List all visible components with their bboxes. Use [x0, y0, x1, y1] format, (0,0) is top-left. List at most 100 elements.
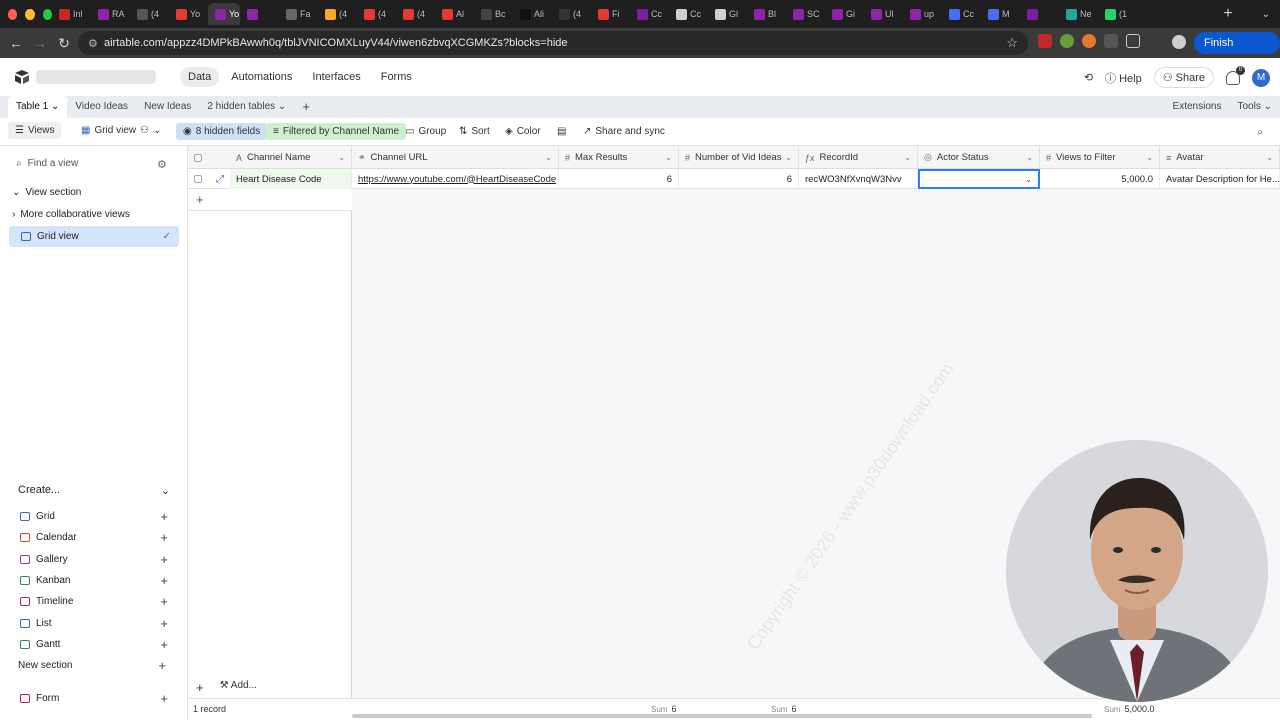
- browser-tab[interactable]: Bc: [474, 3, 513, 25]
- nav-automations[interactable]: Automations: [223, 67, 300, 87]
- browser-tab[interactable]: Gl: [708, 3, 747, 25]
- nav-data[interactable]: Data: [180, 67, 220, 87]
- browser-tab[interactable]: [240, 3, 279, 25]
- row-checkbox[interactable]: [194, 175, 202, 183]
- chevron-down-icon[interactable]: ⌄: [1026, 153, 1033, 162]
- minimize-window-button[interactable]: [25, 8, 35, 20]
- column-header[interactable]: ⚭ Channel URL ⌄: [352, 146, 559, 169]
- browser-tab[interactable]: Inl: [52, 3, 91, 25]
- browser-tab[interactable]: Al: [435, 3, 474, 25]
- browser-tab[interactable]: RA: [91, 3, 130, 25]
- cell-avatar[interactable]: Avatar Description for He...: [1160, 169, 1280, 189]
- views-toggle-button[interactable]: ☰ Views: [8, 122, 62, 139]
- extensions-button[interactable]: Extensions: [1173, 96, 1222, 118]
- gear-icon[interactable]: ⚙: [157, 158, 167, 171]
- site-info-icon[interactable]: ⚙: [88, 37, 104, 50]
- browser-tab-active[interactable]: Yo×: [208, 3, 240, 25]
- new-section-button[interactable]: New section +: [18, 658, 166, 673]
- bell-icon[interactable]: 0: [1226, 65, 1245, 85]
- reload-button[interactable]: ↻: [52, 35, 76, 52]
- browser-tab[interactable]: (4: [130, 3, 169, 25]
- browser-tab[interactable]: up: [903, 3, 942, 25]
- add-record-plus-icon[interactable]: +: [196, 680, 204, 695]
- base-name-blurred[interactable]: [36, 70, 156, 84]
- browser-tab[interactable]: Ali: [513, 3, 552, 25]
- find-view-input[interactable]: ⌕ Find a view: [16, 158, 78, 169]
- grid-view-switcher[interactable]: ▦ Grid view ⚇ ⌄: [74, 122, 169, 139]
- sum-max-results[interactable]: Sum 6: [651, 704, 676, 714]
- more-collab-views-toggle[interactable]: › More collaborative views: [12, 209, 130, 220]
- browser-tab[interactable]: Fi: [591, 3, 630, 25]
- nav-interfaces[interactable]: Interfaces: [304, 67, 368, 87]
- table-row[interactable]: ⤢ Heart Disease Code https://www.youtube…: [188, 169, 1280, 189]
- add-options-button[interactable]: ⚒ Add...: [220, 680, 257, 695]
- browser-tab[interactable]: (4: [357, 3, 396, 25]
- browser-tab[interactable]: (1: [1098, 3, 1137, 25]
- extension-icon[interactable]: [1038, 34, 1052, 48]
- bookmark-star-icon[interactable]: ☆: [1006, 35, 1018, 51]
- filter-button[interactable]: ≡ Filtered by Channel Name: [266, 123, 407, 140]
- browser-tab[interactable]: Cc: [942, 3, 981, 25]
- extension-icon[interactable]: [1082, 34, 1096, 48]
- hidden-tables-dropdown[interactable]: 2 hidden tables ⌄: [199, 96, 294, 118]
- tools-button[interactable]: Tools ⌄: [1237, 96, 1272, 118]
- create-view-item[interactable]: Calendar +: [20, 530, 168, 545]
- cell-channel-name[interactable]: Heart Disease Code: [230, 169, 352, 189]
- tab-table-1[interactable]: Table 1 ⌄: [8, 96, 68, 118]
- help-button[interactable]: ⓘ Help: [1105, 70, 1142, 86]
- create-view-item[interactable]: Gantt +: [20, 637, 168, 652]
- create-view-item[interactable]: Timeline +: [20, 594, 168, 609]
- nav-forms[interactable]: Forms: [373, 67, 420, 87]
- share-sync-button[interactable]: ↗ Share and sync: [576, 123, 672, 140]
- hidden-fields-button[interactable]: ◉ 8 hidden fields: [176, 123, 268, 140]
- chevron-down-icon[interactable]: ⌄: [904, 153, 911, 162]
- cell-actor-status[interactable]: ⌄: [918, 169, 1040, 189]
- profile-icon[interactable]: [1172, 35, 1186, 49]
- cell-channel-url[interactable]: https://www.youtube.com/@HeartDiseaseCod…: [352, 169, 559, 189]
- column-header[interactable]: # Number of Vid Ideas ⌄: [679, 146, 799, 169]
- chevron-down-icon[interactable]: ⌄: [545, 153, 552, 162]
- search-icon[interactable]: ⌕: [1250, 124, 1270, 141]
- puzzle-icon[interactable]: [1126, 34, 1140, 48]
- sum-vid-ideas[interactable]: Sum 6: [771, 704, 796, 714]
- chevron-down-icon[interactable]: ⌄: [1146, 153, 1153, 162]
- extension-icon[interactable]: [1060, 34, 1074, 48]
- chevron-down-icon[interactable]: ⌄: [1266, 153, 1273, 162]
- browser-tab[interactable]: SC: [786, 3, 825, 25]
- sum-views-to-filter[interactable]: Sum 5,000.0: [1104, 704, 1154, 714]
- tab-search-icon[interactable]: ⌄: [1240, 9, 1280, 20]
- extension-icon[interactable]: [1104, 34, 1118, 48]
- airtable-logo-icon[interactable]: [14, 70, 30, 84]
- maximize-window-button[interactable]: [42, 8, 52, 20]
- browser-tab[interactable]: Cc: [669, 3, 708, 25]
- horizontal-scrollbar[interactable]: [352, 714, 1092, 718]
- chevron-down-icon[interactable]: ⌄: [785, 153, 792, 162]
- color-button[interactable]: ◈ Color: [498, 123, 548, 140]
- column-header[interactable]: ≡ Avatar ⌄: [1160, 146, 1280, 169]
- create-section-header[interactable]: Create... ⌄: [18, 484, 170, 497]
- address-bar[interactable]: ⚙ airtable.com/appzz4DMPkBAwwh0q/tblJVNI…: [78, 31, 1028, 55]
- column-header[interactable]: # Max Results ⌄: [559, 146, 679, 169]
- browser-tab[interactable]: [1020, 3, 1059, 25]
- share-button[interactable]: ⚇ Share: [1153, 67, 1214, 88]
- browser-tab[interactable]: (4: [552, 3, 591, 25]
- add-table-icon[interactable]: +: [294, 96, 318, 118]
- forward-button[interactable]: →: [28, 35, 52, 51]
- history-icon[interactable]: ⟲: [1084, 71, 1093, 84]
- browser-tab[interactable]: (4: [318, 3, 357, 25]
- new-tab-button[interactable]: +: [1216, 5, 1240, 23]
- create-view-item[interactable]: List +: [20, 616, 168, 631]
- column-header[interactable]: ◎ Actor Status ⌄: [918, 146, 1040, 169]
- finish-update-button[interactable]: Finish update: [1194, 32, 1280, 71]
- sidebar-item-grid-view[interactable]: Grid view ✓: [9, 226, 179, 247]
- back-button[interactable]: ←: [4, 35, 28, 51]
- view-section-toggle[interactable]: ⌄ View section: [12, 187, 81, 198]
- add-record-row[interactable]: +: [188, 189, 352, 211]
- browser-tab[interactable]: Cc: [630, 3, 669, 25]
- row-height-button[interactable]: ▤: [550, 123, 573, 140]
- cell-max-results[interactable]: 6: [559, 169, 679, 189]
- browser-tab[interactable]: Ul: [864, 3, 903, 25]
- browser-tab[interactable]: Ne: [1059, 3, 1098, 25]
- chevron-down-icon[interactable]: ⌄: [338, 153, 345, 162]
- create-form-button[interactable]: Form +: [20, 691, 168, 706]
